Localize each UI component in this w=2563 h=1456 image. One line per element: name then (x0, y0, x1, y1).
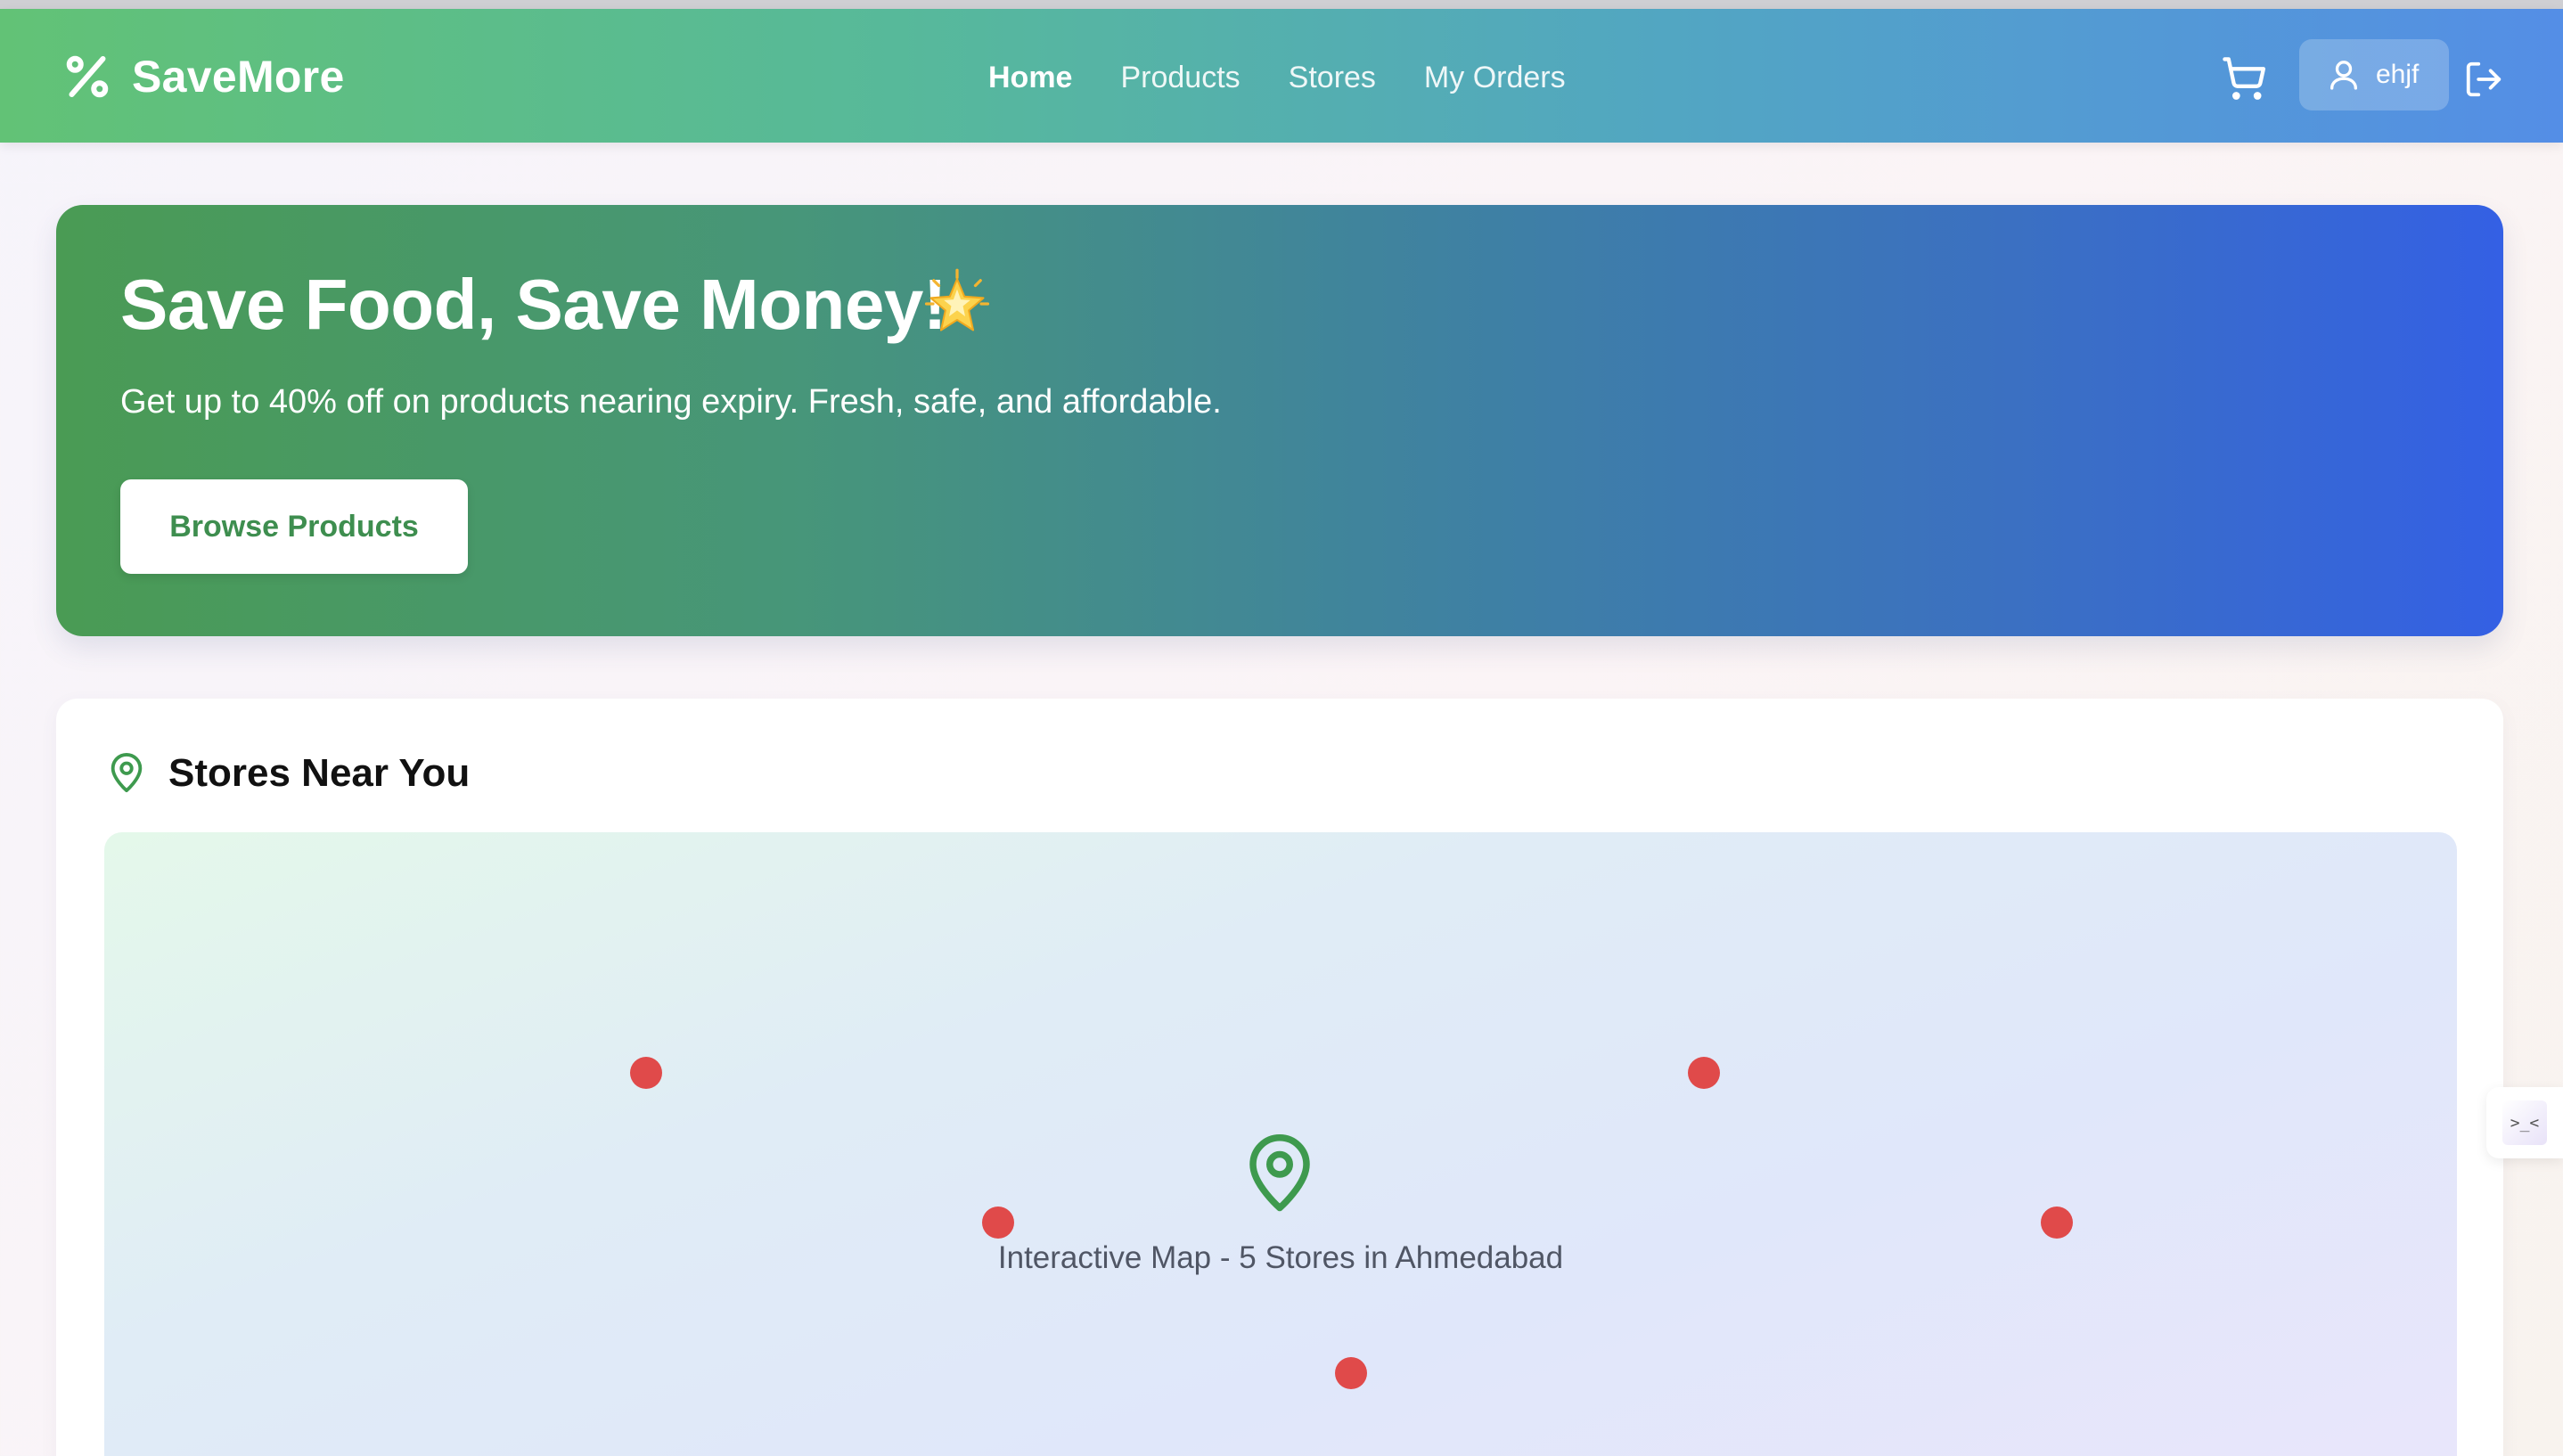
stores-title: Stores Near You (168, 751, 471, 795)
nav-link-stores[interactable]: Stores (1289, 61, 1376, 95)
hero-subtitle: Get up to 40% off on products nearing ex… (120, 383, 1222, 421)
map-pin-icon (1249, 1134, 1310, 1212)
store-marker[interactable] (2041, 1207, 2073, 1239)
store-marker[interactable] (982, 1207, 1014, 1239)
cart-icon (2223, 57, 2266, 100)
hero-banner: Save Food, Save Money! Get up to 40% off… (56, 205, 2503, 636)
user-menu-button[interactable]: ehjf (2299, 39, 2449, 110)
side-widget-icon: >_< (2502, 1100, 2547, 1145)
map-pin-icon (111, 753, 143, 793)
side-widget-tab[interactable]: >_< (2486, 1087, 2563, 1158)
glowing-star-icon (924, 268, 990, 331)
stores-header: Stores Near You (106, 750, 470, 797)
store-marker[interactable] (1335, 1357, 1367, 1389)
cart-button[interactable] (2219, 53, 2269, 103)
brand-logo[interactable]: SaveMore (61, 50, 345, 103)
logout-icon[interactable] (2463, 59, 2504, 100)
nav-link-my-orders[interactable]: My Orders (1424, 61, 1566, 95)
percent-icon (66, 55, 109, 98)
browser-top-line (0, 0, 2563, 9)
nav-link-products[interactable]: Products (1120, 61, 1240, 95)
brand-name: SaveMore (132, 52, 345, 102)
browse-products-button[interactable]: Browse Products (120, 479, 468, 574)
store-marker[interactable] (1688, 1057, 1720, 1089)
nav-link-home[interactable]: Home (988, 61, 1072, 95)
main-nav: Home Products Stores My Orders (988, 61, 1614, 95)
stores-near-you-card: Stores Near You Interactive Map - 5 Stor… (56, 699, 2503, 1456)
hero-title: Save Food, Save Money! (120, 265, 947, 344)
store-map[interactable]: Interactive Map - 5 Stores in Ahmedabad (104, 832, 2457, 1456)
user-icon (2330, 61, 2357, 90)
store-marker[interactable] (630, 1057, 662, 1089)
navbar: SaveMore Home Products Stores My Orders … (0, 9, 2563, 143)
user-name: ehjf (2376, 60, 2420, 89)
map-caption: Interactive Map - 5 Stores in Ahmedabad (997, 1240, 1564, 1275)
